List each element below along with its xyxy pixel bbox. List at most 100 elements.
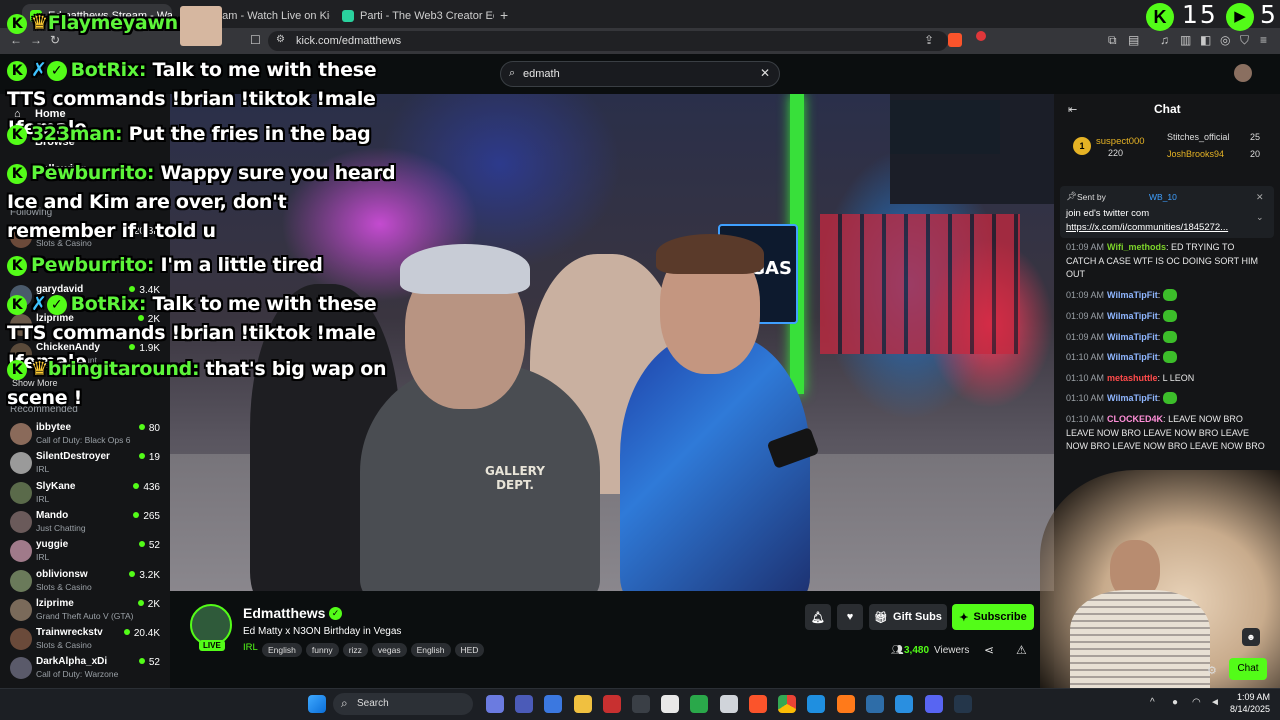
app-icon[interactable] <box>632 695 650 713</box>
firefox-icon[interactable] <box>837 695 855 713</box>
chat-message[interactable]: 01:10 AM metashuttle: L LEON <box>1066 372 1266 386</box>
follow-button[interactable]: ♥ <box>837 604 863 630</box>
chat-send-button[interactable]: Chat <box>1229 658 1267 680</box>
brave-shield-icon[interactable] <box>948 33 962 47</box>
pinned-sender: WB_10 <box>1149 192 1177 202</box>
chat-message[interactable]: 01:10 AM WilmaTipFit: <box>1066 392 1266 406</box>
pinned-link[interactable]: https://x.com/i/communities/1845272... <box>1066 222 1228 233</box>
collapse-chat-icon[interactable]: ⇤ <box>1068 103 1077 116</box>
recommended-item[interactable]: Trainwreckstv Slots & Casino 20.4K <box>8 625 164 655</box>
app-icon[interactable] <box>603 695 621 713</box>
tag[interactable]: vegas <box>371 643 407 657</box>
chat-username[interactable]: Wifi_methods <box>1107 242 1166 252</box>
avatar <box>10 481 32 504</box>
sent-by-label: Sent by <box>1077 192 1106 202</box>
subscribe-button[interactable]: ✦ Subscribe <box>952 604 1034 630</box>
chat-message[interactable]: 01:09 AM WilmaTipFit: <box>1066 310 1266 324</box>
app-icon[interactable] <box>515 695 533 713</box>
chat-username[interactable]: WilmaTipFit <box>1107 311 1158 321</box>
mic-icon[interactable]: ● <box>1172 697 1178 708</box>
recommended-item[interactable]: lziprime Grand Theft Auto V (GTA) 2K <box>8 596 164 626</box>
wallet-icon[interactable]: ◧ <box>1200 33 1211 47</box>
chat-message[interactable]: 01:09 AM WilmaTipFit: <box>1066 331 1266 345</box>
music-icon[interactable]: ♫ <box>1160 33 1169 47</box>
chat-message[interactable]: 01:09 AM Wifi_methods: ED TRYING TO CATCH… <box>1066 241 1266 282</box>
taskview-icon[interactable] <box>486 695 504 713</box>
recommended-item[interactable]: yuggie IRL 52 <box>8 537 164 567</box>
extensions-icon[interactable]: ⧉ <box>1108 33 1117 48</box>
tag[interactable]: rizz <box>342 643 368 657</box>
gift-subs-button[interactable]: 🎁︎ Gift Subs <box>869 604 947 630</box>
brave-icon[interactable] <box>749 695 767 713</box>
chat-username[interactable]: WilmaTipFit <box>1107 352 1158 362</box>
tag[interactable]: HED <box>454 643 485 657</box>
chat-message[interactable]: 01:10 AM CLOCKED4K: LEAVE NOW BRO LEAVE N… <box>1066 413 1266 454</box>
kick-badge-icon: K <box>7 14 27 34</box>
new-tab-icon[interactable]: + <box>500 7 508 23</box>
recommended-item[interactable]: oblivionsw Slots & Casino 3.2K <box>8 567 164 597</box>
recommended-item[interactable]: Mando Just Chatting 265 <box>8 508 164 538</box>
chrome-icon[interactable] <box>778 695 796 713</box>
tab-parti[interactable]: Parti - The Web3 Creator Economy & <box>334 4 494 28</box>
edge-icon[interactable] <box>807 695 825 713</box>
recommended-item[interactable]: SilentDestroyer IRL 19 <box>8 449 164 479</box>
recommended-item[interactable]: DarkAlpha_xDi Call of Duty: Warzone 52 <box>8 654 164 684</box>
unpin-icon[interactable]: ✕ <box>1256 192 1264 203</box>
clock-date[interactable]: 8/14/2025 <box>1224 704 1270 714</box>
sidebar-icon[interactable]: ▥ <box>1180 33 1191 47</box>
wifi-icon[interactable]: ◠ <box>1192 697 1201 708</box>
tag[interactable]: funny <box>305 643 339 657</box>
recommended-item[interactable]: ibbytee Call of Duty: Black Ops 6 80 <box>8 420 164 450</box>
vscode-icon[interactable] <box>895 695 913 713</box>
chat-username[interactable]: WilmaTipFit <box>1107 332 1158 342</box>
taskbar-search[interactable]: ⌕ Search <box>333 693 473 715</box>
recommended-item[interactable]: SlyKane IRL 436 <box>8 479 164 509</box>
chevron-down-icon[interactable]: ⌄ <box>1256 212 1264 223</box>
chat-timestamp: 01:10 AM <box>1066 352 1105 362</box>
file-explorer-icon[interactable] <box>574 695 592 713</box>
reader-icon[interactable]: ▤ <box>1128 33 1139 47</box>
emote-icon <box>1162 310 1177 322</box>
chat-message[interactable]: 01:09 AM WilmaTipFit: <box>1066 289 1266 303</box>
app-icon[interactable] <box>720 695 738 713</box>
streamer-name[interactable]: Edmatthews <box>243 605 325 621</box>
app-icon[interactable] <box>544 695 562 713</box>
channel-category: IRL <box>36 464 50 475</box>
bookmark-icon[interactable]: ☐ <box>250 33 261 47</box>
tag[interactable]: English <box>262 643 302 657</box>
notification-bell-button[interactable]: 🔔︎ <box>805 604 831 630</box>
emote-picker-icon[interactable]: ☻ <box>1242 628 1260 646</box>
app-icon[interactable] <box>866 695 884 713</box>
tag[interactable]: English <box>410 643 451 657</box>
shield-icon[interactable]: ⛉ <box>1240 33 1249 48</box>
url-field[interactable]: kick.com/edmatthews <box>268 31 948 51</box>
chat-username[interactable]: metashuttle <box>1107 373 1158 383</box>
app-icon[interactable] <box>661 695 679 713</box>
menu-icon[interactable]: ≡ <box>1260 33 1267 47</box>
chat-message[interactable]: 01:10 AM WilmaTipFit: <box>1066 351 1266 365</box>
chat-username[interactable]: WilmaTipFit <box>1107 290 1158 300</box>
vpn-icon[interactable]: ◎ <box>1220 33 1230 47</box>
volume-icon[interactable]: ◄ <box>1210 697 1220 708</box>
user-avatar[interactable] <box>1234 64 1252 82</box>
steam-icon[interactable] <box>954 695 972 713</box>
chat-username[interactable]: CLOCKED4K <box>1107 414 1163 424</box>
report-icon[interactable]: ⚠ <box>1016 643 1027 657</box>
stream-category[interactable]: IRL <box>243 642 258 653</box>
share-icon[interactable]: ⇪ <box>924 33 934 47</box>
chat-settings-icon[interactable]: ⚙ <box>1207 664 1217 677</box>
clock-time[interactable]: 1:09 AM <box>1232 692 1270 702</box>
discord-icon[interactable] <box>925 695 943 713</box>
clear-search-icon[interactable]: ✕ <box>760 66 770 80</box>
gifter-3-name[interactable]: JoshBrooks94 <box>1167 149 1224 159</box>
app-icon[interactable] <box>690 695 708 713</box>
top-gifter-name[interactable]: suspect000 <box>1096 136 1145 147</box>
bell-icon: 🔔︎ <box>811 611 825 624</box>
start-icon[interactable] <box>308 695 326 713</box>
site-info-icon[interactable]: ⚙ <box>276 34 285 45</box>
gifter-2-name[interactable]: Stitches_official <box>1167 132 1229 142</box>
search-input[interactable]: edmath <box>500 61 780 87</box>
chat-username[interactable]: WilmaTipFit <box>1107 393 1158 403</box>
share-icon[interactable]: ⋖ <box>984 643 994 657</box>
tray-chevron-icon[interactable]: ^ <box>1150 697 1155 708</box>
